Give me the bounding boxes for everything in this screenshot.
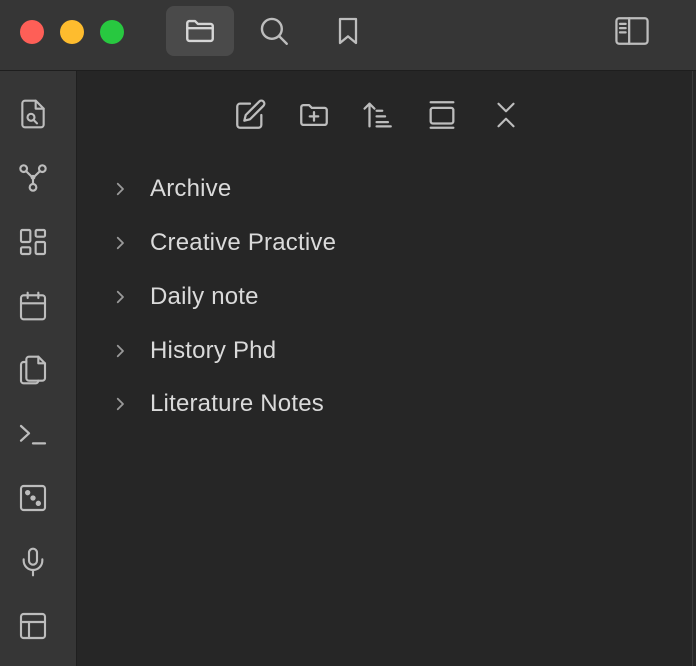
- folder-label: Daily note: [150, 283, 259, 310]
- terminal-icon: [17, 418, 49, 450]
- auto-reveal-icon: [425, 98, 459, 132]
- folder-item-archive[interactable]: Archive: [107, 169, 667, 209]
- collapse-all-button[interactable]: [486, 95, 526, 135]
- bookmark-icon: [332, 15, 364, 47]
- new-note-icon: [233, 98, 267, 132]
- blocks-icon: [17, 226, 49, 258]
- new-note-button[interactable]: [230, 95, 270, 135]
- search-icon: [257, 14, 291, 48]
- chevron-right-icon[interactable]: [107, 176, 133, 202]
- ribbon-command-palette[interactable]: [14, 415, 52, 453]
- ribbon-graph-view[interactable]: [14, 159, 52, 197]
- auto-reveal-button[interactable]: [422, 95, 462, 135]
- tab-bookmarks[interactable]: [314, 6, 382, 56]
- folder-icon: [183, 14, 217, 48]
- ribbon-layout[interactable]: [14, 607, 52, 645]
- app-window: Archive Creative Practive Daily note His…: [0, 0, 696, 666]
- layout-icon: [17, 610, 49, 642]
- ribbon-canvas[interactable]: [14, 223, 52, 261]
- folder-label: Creative Practive: [150, 229, 337, 256]
- sort-button[interactable]: [358, 95, 398, 135]
- sidebar-toggle-icon: [613, 14, 651, 48]
- folder-label: Literature Notes: [150, 390, 324, 417]
- new-folder-icon: [297, 98, 331, 132]
- tab-search[interactable]: [240, 6, 308, 56]
- tab-file-explorer[interactable]: [166, 6, 234, 56]
- folder-label: History Phd: [150, 337, 277, 364]
- ribbon-templates[interactable]: [14, 351, 52, 389]
- folder-item-daily-note[interactable]: Daily note: [107, 277, 667, 317]
- copy-icon: [17, 354, 49, 386]
- folder-label: Archive: [150, 175, 232, 202]
- chevron-right-icon[interactable]: [107, 338, 133, 364]
- collapse-all-icon: [491, 98, 521, 132]
- toggle-sidebar-button[interactable]: [598, 6, 666, 56]
- ribbon-daily-note[interactable]: [14, 287, 52, 325]
- ribbon-quick-switcher[interactable]: [14, 95, 52, 133]
- minimize-window-button[interactable]: [60, 20, 84, 44]
- chevron-right-icon[interactable]: [107, 391, 133, 417]
- folder-item-creative-practive[interactable]: Creative Practive: [107, 223, 667, 263]
- ribbon-random-note[interactable]: [14, 479, 52, 517]
- graph-icon: [17, 162, 49, 194]
- folder-item-history-phd[interactable]: History Phd: [107, 331, 667, 371]
- ribbon-audio-recorder[interactable]: [14, 543, 52, 581]
- maximize-window-button[interactable]: [100, 20, 124, 44]
- microphone-icon: [17, 546, 49, 578]
- close-window-button[interactable]: [20, 20, 44, 44]
- file-explorer-pane: Archive Creative Practive Daily note His…: [77, 71, 693, 666]
- chevron-right-icon[interactable]: [107, 284, 133, 310]
- pane-divider[interactable]: [692, 71, 693, 666]
- folder-item-literature-notes[interactable]: Literature Notes: [107, 384, 667, 424]
- file-search-icon: [17, 98, 49, 130]
- left-ribbon: [0, 71, 77, 666]
- dice-icon: [17, 482, 49, 514]
- sort-icon: [361, 98, 395, 132]
- new-folder-button[interactable]: [294, 95, 334, 135]
- chevron-right-icon[interactable]: [107, 230, 133, 256]
- title-bar: [0, 0, 696, 71]
- calendar-icon: [17, 290, 49, 322]
